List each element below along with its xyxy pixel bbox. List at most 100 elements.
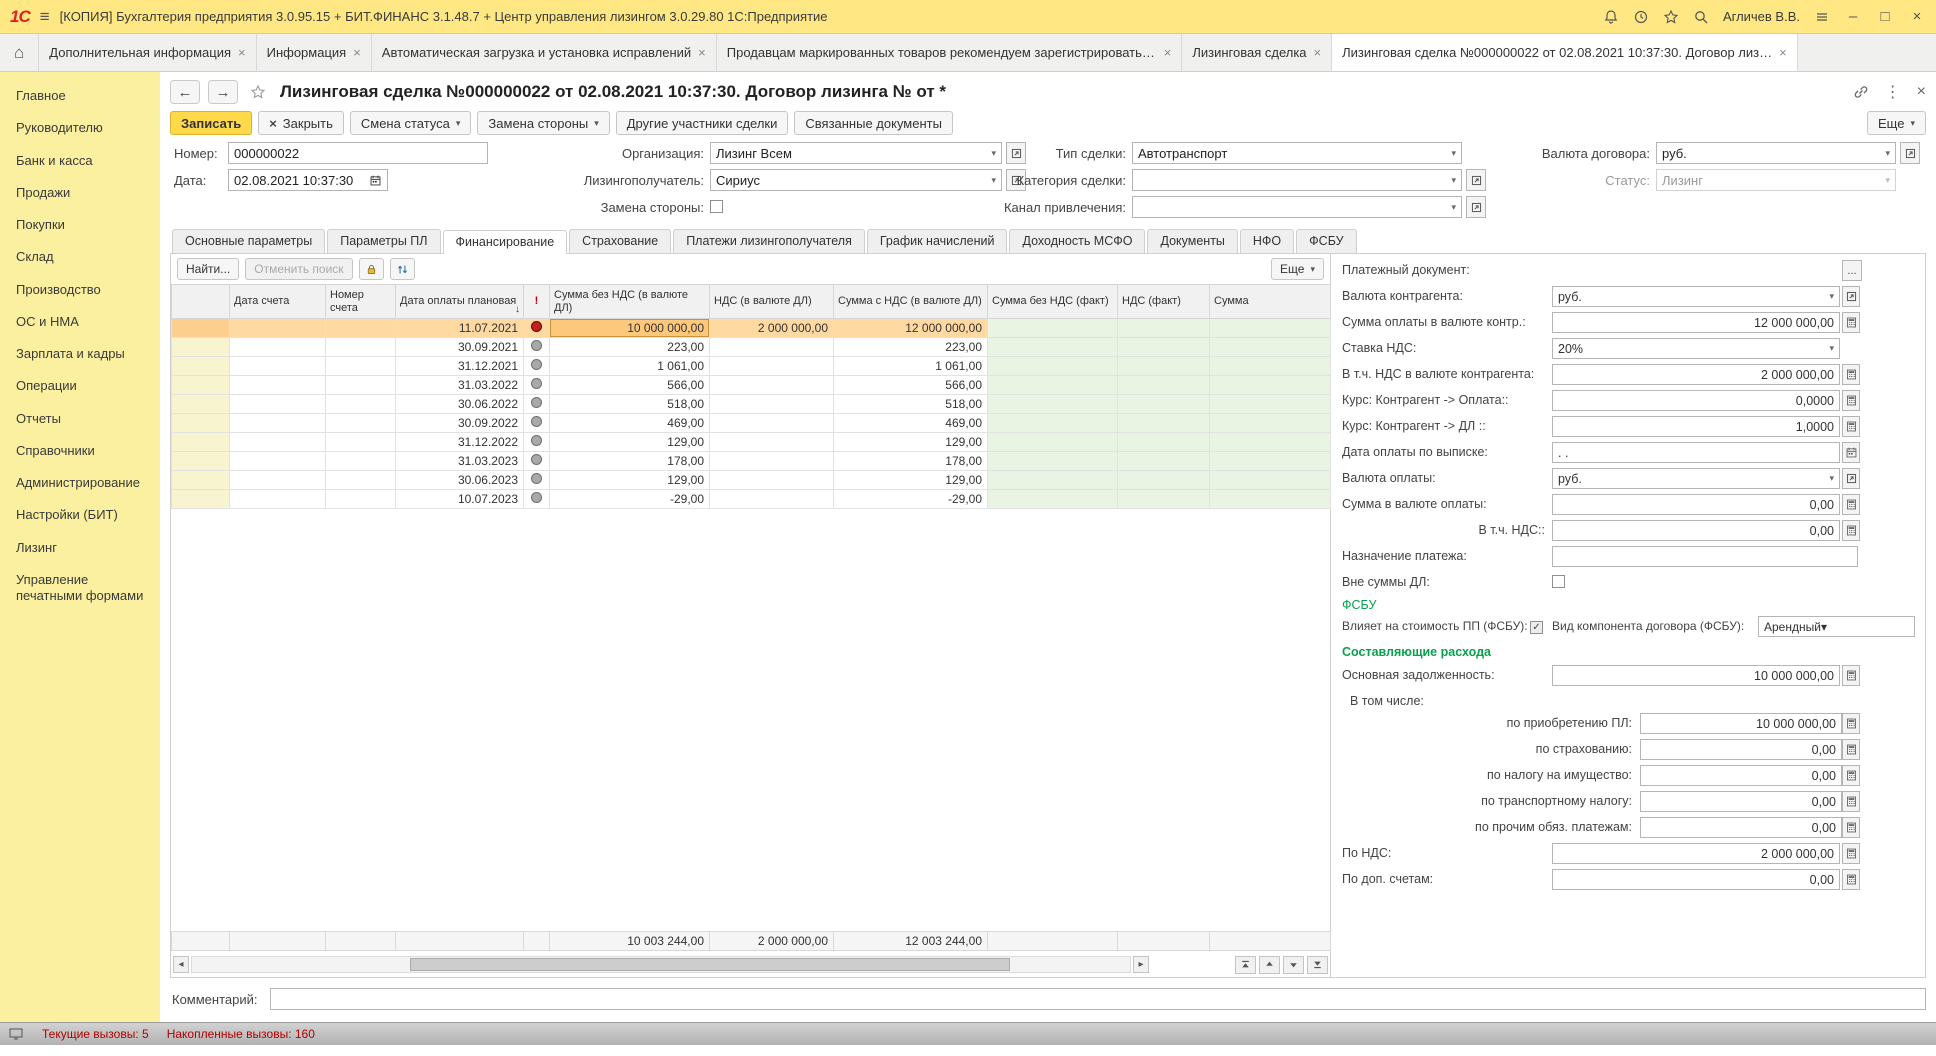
more-menu-icon[interactable]: ⋮	[1885, 82, 1901, 102]
form-tab[interactable]: График начислений	[867, 229, 1008, 253]
table-row[interactable]: 11.07.2021 10 000 000,00 2 000 000,00 12…	[172, 319, 1331, 338]
planned-date-cell[interactable]: 11.07.2021	[396, 319, 524, 338]
invoice-number-cell[interactable]	[326, 471, 396, 490]
table-row[interactable]: 30.09.2021 223,00 223,00	[172, 338, 1331, 357]
row-selector-cell[interactable]	[172, 357, 230, 376]
invoice-number-cell[interactable]	[326, 433, 396, 452]
search-icon[interactable]	[1693, 9, 1709, 25]
sum-with-vat-cell[interactable]: 566,00	[834, 376, 988, 395]
by-additional-accounts-calc-icon[interactable]	[1842, 869, 1860, 890]
outside-dl-checkbox[interactable]	[1552, 575, 1565, 591]
other-participants-button[interactable]: Другие участники сделки	[616, 111, 789, 135]
vat-rate-input[interactable]: 20%▾	[1552, 338, 1840, 359]
more-button[interactable]: Еще▾	[1867, 111, 1926, 135]
sum-no-vat-cell[interactable]: 223,00	[550, 338, 710, 357]
date-input[interactable]: 02.08.2021 10:37:30	[228, 169, 388, 191]
table-row[interactable]: 30.09.2022 469,00 469,00	[172, 414, 1331, 433]
sum-with-vat-cell[interactable]: 1 061,00	[834, 357, 988, 376]
col-header-invoice-date[interactable]: Дата счета	[230, 285, 326, 319]
rate-contractor-dl-input[interactable]: 1,0000	[1552, 416, 1840, 437]
main-debt-calc-icon[interactable]	[1842, 665, 1860, 686]
by-acquisition-calc-icon[interactable]	[1842, 713, 1860, 734]
invoice-number-cell[interactable]	[326, 319, 396, 338]
scroll-left-icon[interactable]: ◂	[173, 956, 189, 973]
back-button[interactable]: ←	[170, 80, 200, 104]
col-header-selector[interactable]	[172, 285, 230, 319]
col-header-sum-with-vat[interactable]: Сумма с НДС (в валюте ДЛ)	[834, 285, 988, 319]
vat-cell[interactable]	[710, 433, 834, 452]
col-header-vat[interactable]: НДС (в валюте ДЛ)	[710, 285, 834, 319]
sum-no-vat-cell[interactable]: 469,00	[550, 414, 710, 433]
vat-cell[interactable]	[710, 357, 834, 376]
invoice-date-cell[interactable]	[230, 414, 326, 433]
sidebar-item[interactable]: Управление печатными формами	[0, 564, 160, 613]
channel-input[interactable]: ▾	[1132, 196, 1462, 218]
sum-with-vat-cell[interactable]: 129,00	[834, 471, 988, 490]
fact-sum-no-vat-cell[interactable]	[988, 471, 1118, 490]
form-tab[interactable]: Платежи лизингополучателя	[673, 229, 865, 253]
status-cell[interactable]	[524, 357, 550, 376]
payment-currency-input[interactable]: руб.▾	[1552, 468, 1840, 489]
favorites-icon[interactable]	[1663, 9, 1679, 25]
history-icon[interactable]	[1633, 9, 1649, 25]
by-property-tax-calc-icon[interactable]	[1842, 765, 1860, 786]
tab-close-icon[interactable]: ×	[698, 45, 706, 60]
vat-cell[interactable]	[710, 338, 834, 357]
sidebar-item[interactable]: Руководителю	[0, 112, 160, 144]
status-cell[interactable]	[524, 376, 550, 395]
table-more-button[interactable]: Еще▾	[1271, 258, 1324, 280]
col-header-warning[interactable]: !	[524, 285, 550, 319]
minimize-button[interactable]: –	[1844, 8, 1862, 25]
invoice-number-cell[interactable]	[326, 452, 396, 471]
chevron-down-icon[interactable]: ▾	[1829, 473, 1834, 484]
sum-no-vat-cell[interactable]: 10 000 000,00	[550, 319, 710, 338]
fact-vat-cell[interactable]	[1118, 414, 1210, 433]
window-tab[interactable]: Информация ×	[257, 34, 372, 71]
fact-vat-cell[interactable]	[1118, 319, 1210, 338]
by-additional-accounts-input[interactable]: 0,00	[1552, 869, 1840, 890]
by-insurance-calc-icon[interactable]	[1842, 739, 1860, 760]
planned-date-cell[interactable]: 31.12.2022	[396, 433, 524, 452]
vat-cell[interactable]	[710, 471, 834, 490]
invoice-date-cell[interactable]	[230, 319, 326, 338]
related-documents-button[interactable]: Связанные документы	[794, 111, 953, 135]
fact-sum-cell[interactable]	[1210, 376, 1331, 395]
planned-date-cell[interactable]: 30.06.2023	[396, 471, 524, 490]
window-tab[interactable]: Лизинговая сделка №000000022 от 02.08.20…	[1332, 34, 1798, 71]
go-first-row-button[interactable]	[1235, 956, 1256, 974]
invoice-date-cell[interactable]	[230, 376, 326, 395]
row-selector-cell[interactable]	[172, 471, 230, 490]
planned-date-cell[interactable]: 30.09.2021	[396, 338, 524, 357]
scrollbar-thumb[interactable]	[410, 958, 1010, 971]
sidebar-item[interactable]: Администрирование	[0, 467, 160, 499]
planned-date-cell[interactable]: 31.03.2023	[396, 452, 524, 471]
forward-button[interactable]: →	[208, 80, 238, 104]
table-row[interactable]: 30.06.2022 518,00 518,00	[172, 395, 1331, 414]
sum-no-vat-cell[interactable]: -29,00	[550, 490, 710, 509]
fact-vat-cell[interactable]	[1118, 452, 1210, 471]
sum-payment-currency-input[interactable]: 0,00	[1552, 494, 1840, 515]
fact-vat-cell[interactable]	[1118, 357, 1210, 376]
lock-button[interactable]	[359, 258, 384, 280]
table-row[interactable]: 31.03.2023 178,00 178,00	[172, 452, 1331, 471]
invoice-date-cell[interactable]	[230, 338, 326, 357]
fact-vat-cell[interactable]	[1118, 376, 1210, 395]
table-row[interactable]: 31.03.2022 566,00 566,00	[172, 376, 1331, 395]
by-acquisition-input[interactable]: 10 000 000,00	[1640, 713, 1842, 734]
sum-with-vat-cell[interactable]: 178,00	[834, 452, 988, 471]
tab-close-icon[interactable]: ×	[238, 45, 246, 60]
vat-contractor-currency-input[interactable]: 2 000 000,00	[1552, 364, 1840, 385]
col-header-sum-fact[interactable]: Сумма	[1210, 285, 1331, 319]
by-transport-tax-calc-icon[interactable]	[1842, 791, 1860, 812]
by-other-payments-input[interactable]: 0,00	[1640, 817, 1842, 838]
fact-vat-cell[interactable]	[1118, 433, 1210, 452]
sum-no-vat-cell[interactable]: 178,00	[550, 452, 710, 471]
sum-payment-calc-icon[interactable]	[1842, 494, 1860, 515]
form-tab[interactable]: НФО	[1240, 229, 1294, 253]
save-button[interactable]: Записать	[170, 111, 252, 135]
status-cell[interactable]	[524, 338, 550, 357]
status-cell[interactable]	[524, 471, 550, 490]
fact-sum-cell[interactable]	[1210, 414, 1331, 433]
row-selector-cell[interactable]	[172, 490, 230, 509]
invoice-number-cell[interactable]	[326, 357, 396, 376]
